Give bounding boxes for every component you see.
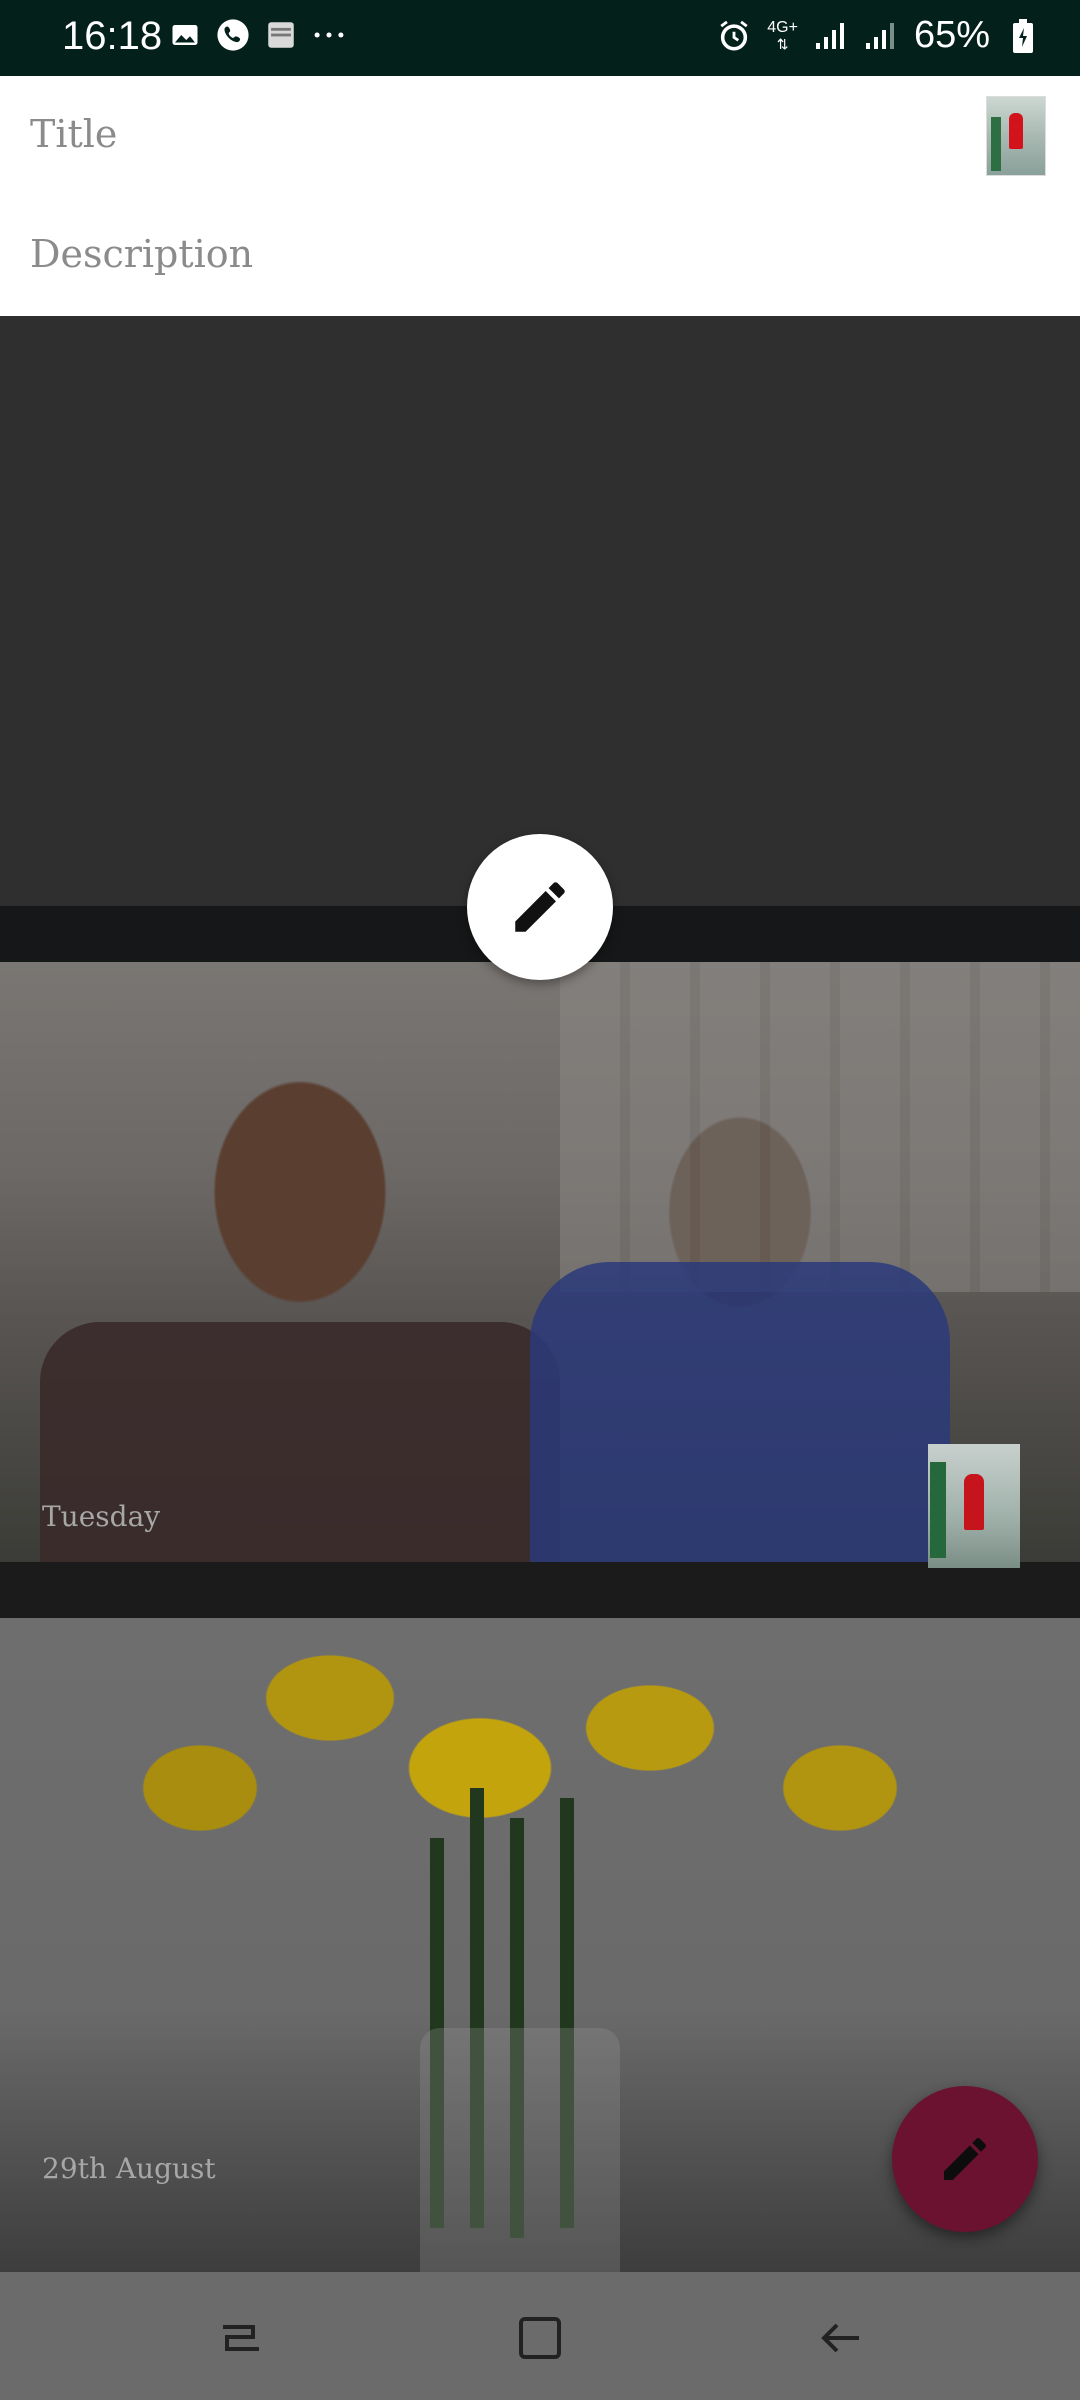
thumbnail-person — [1009, 113, 1023, 149]
thumbnail-rail — [930, 1462, 946, 1558]
edit-entry-button[interactable] — [467, 834, 613, 980]
signal-2-icon — [864, 19, 898, 53]
gallery-icon — [168, 18, 202, 52]
status-right-icons: 4G+ ⇅ 65% — [717, 14, 1040, 57]
pencil-icon — [515, 882, 565, 932]
status-left-icons — [168, 18, 346, 52]
network-label: 4G+ — [767, 18, 798, 36]
bible-app-icon — [264, 18, 298, 52]
entry-date: Tuesday — [42, 1500, 161, 1533]
journal-entry-card[interactable]: Tuesday — [0, 906, 1080, 1618]
battery-percent: 65% — [913, 14, 990, 56]
status-bar: 16:18 4G+ ⇅ 65% — [0, 0, 1080, 76]
battery-icon — [1006, 18, 1040, 53]
photo-person-right — [530, 1262, 950, 1562]
dim-overlay[interactable] — [0, 316, 1080, 906]
thumbnail-rail — [991, 117, 1001, 171]
attached-image-thumbnail[interactable] — [986, 96, 1046, 176]
system-navigation-bar — [0, 2272, 1080, 2400]
signal-icon — [814, 19, 848, 53]
entry-date: 29th August — [42, 2152, 216, 2185]
network-type: 4G+ ⇅ — [767, 18, 798, 52]
new-entry-button[interactable] — [892, 2086, 1038, 2232]
pencil-icon — [944, 2137, 987, 2180]
description-input[interactable]: Description — [30, 232, 253, 276]
thumbnail-person — [964, 1474, 984, 1530]
data-arrows-icon: ⇅ — [776, 35, 789, 52]
home-icon[interactable] — [510, 2308, 570, 2368]
entry-photo — [0, 962, 1080, 1562]
more-icon — [312, 18, 346, 52]
status-time: 16:18 — [62, 14, 163, 58]
photo-jar — [420, 2028, 620, 2272]
recents-icon[interactable] — [210, 2308, 270, 2368]
back-icon[interactable] — [810, 2308, 870, 2368]
entry-editor: Title Description — [0, 76, 1080, 316]
phone-icon — [216, 18, 250, 52]
photo-building — [560, 962, 1080, 1292]
title-input[interactable]: Title — [30, 112, 117, 156]
entry-thumbnail[interactable] — [928, 1444, 1020, 1568]
alarm-icon — [717, 19, 751, 53]
